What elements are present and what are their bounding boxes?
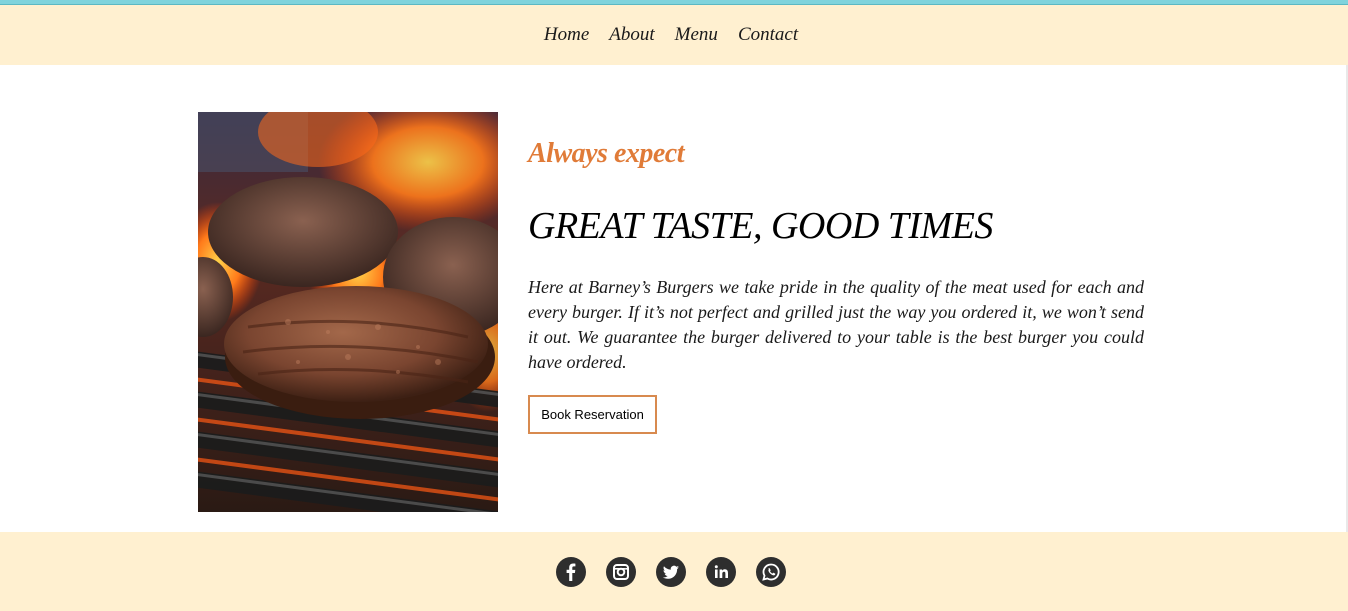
nav-link-menu[interactable]: Menu [675,24,718,46]
nav-link-contact[interactable]: Contact [738,24,798,46]
intro-paragraph: Here at Barney’s Burgers we take pride i… [528,277,1144,372]
main-nav: Home About Menu Contact [0,5,1348,65]
linkedin-icon[interactable] [706,557,736,587]
site-footer [0,532,1348,611]
nav-link-about[interactable]: About [609,24,654,46]
whatsapp-icon[interactable] [756,557,786,587]
instagram-icon[interactable] [606,557,636,587]
book-reservation-button[interactable]: Book Reservation [528,395,657,434]
hero-burger-image [198,112,498,512]
tagline: Always expect [528,138,685,169]
site-header: Home About Menu Contact [0,5,1348,65]
twitter-icon[interactable] [656,557,686,587]
social-links [556,557,786,587]
nav-link-home[interactable]: Home [544,24,589,46]
page-headline: GREAT TASTE, GOOD TIMES [528,205,993,247]
facebook-icon[interactable] [556,557,586,587]
